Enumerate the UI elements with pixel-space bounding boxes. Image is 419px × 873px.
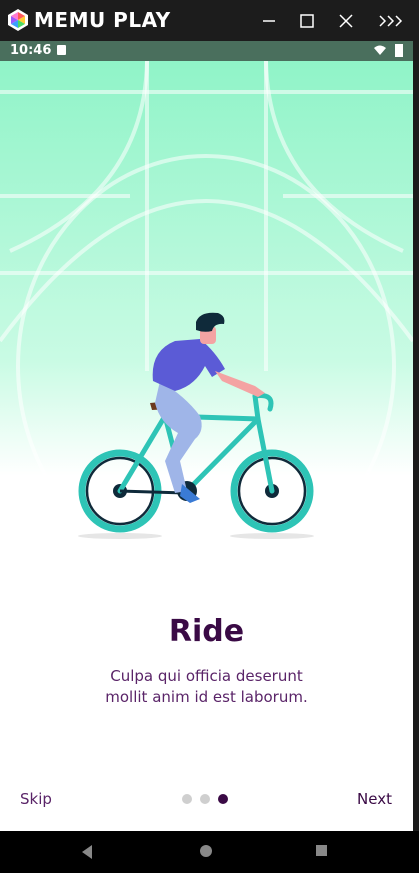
more-icon[interactable] <box>376 8 406 34</box>
page-dot-1[interactable] <box>182 794 192 804</box>
home-icon[interactable] <box>199 844 213 858</box>
notification-icon <box>57 45 66 55</box>
hero-illustration <box>0 41 413 621</box>
battery-icon <box>395 44 403 57</box>
next-button[interactable]: Next <box>357 790 392 808</box>
onboarding-subtitle: Culpa qui officia deserunt mollit anim i… <box>80 666 333 708</box>
status-time: 10:46 <box>10 43 52 58</box>
emulator-sidebar-edge <box>413 41 419 831</box>
page-dot-2[interactable] <box>200 794 210 804</box>
onboarding-title: Ride <box>168 614 245 649</box>
android-nav-bar <box>0 831 419 873</box>
minimize-icon[interactable] <box>256 8 282 34</box>
wifi-icon <box>374 45 386 55</box>
memu-logo-icon <box>8 9 28 31</box>
close-icon[interactable] <box>333 8 359 34</box>
subtitle-line-2: mollit anim id est laborum. <box>105 688 308 706</box>
page-dot-3-active[interactable] <box>218 794 228 804</box>
maximize-icon[interactable] <box>294 8 320 34</box>
status-bar: 10:46 <box>0 41 413 61</box>
subtitle-line-1: Culpa qui officia deserunt <box>110 667 303 685</box>
phone-screen: 10:46 Ride Culpa qui officia deserunt mo… <box>0 41 413 831</box>
page-indicator <box>182 794 228 804</box>
emulator-brand: MEMU PLAY <box>34 8 171 32</box>
skip-button[interactable]: Skip <box>20 790 52 808</box>
recents-icon[interactable] <box>315 844 328 857</box>
emulator-titlebar: MEMU PLAY <box>0 0 419 41</box>
back-icon[interactable] <box>80 844 94 860</box>
